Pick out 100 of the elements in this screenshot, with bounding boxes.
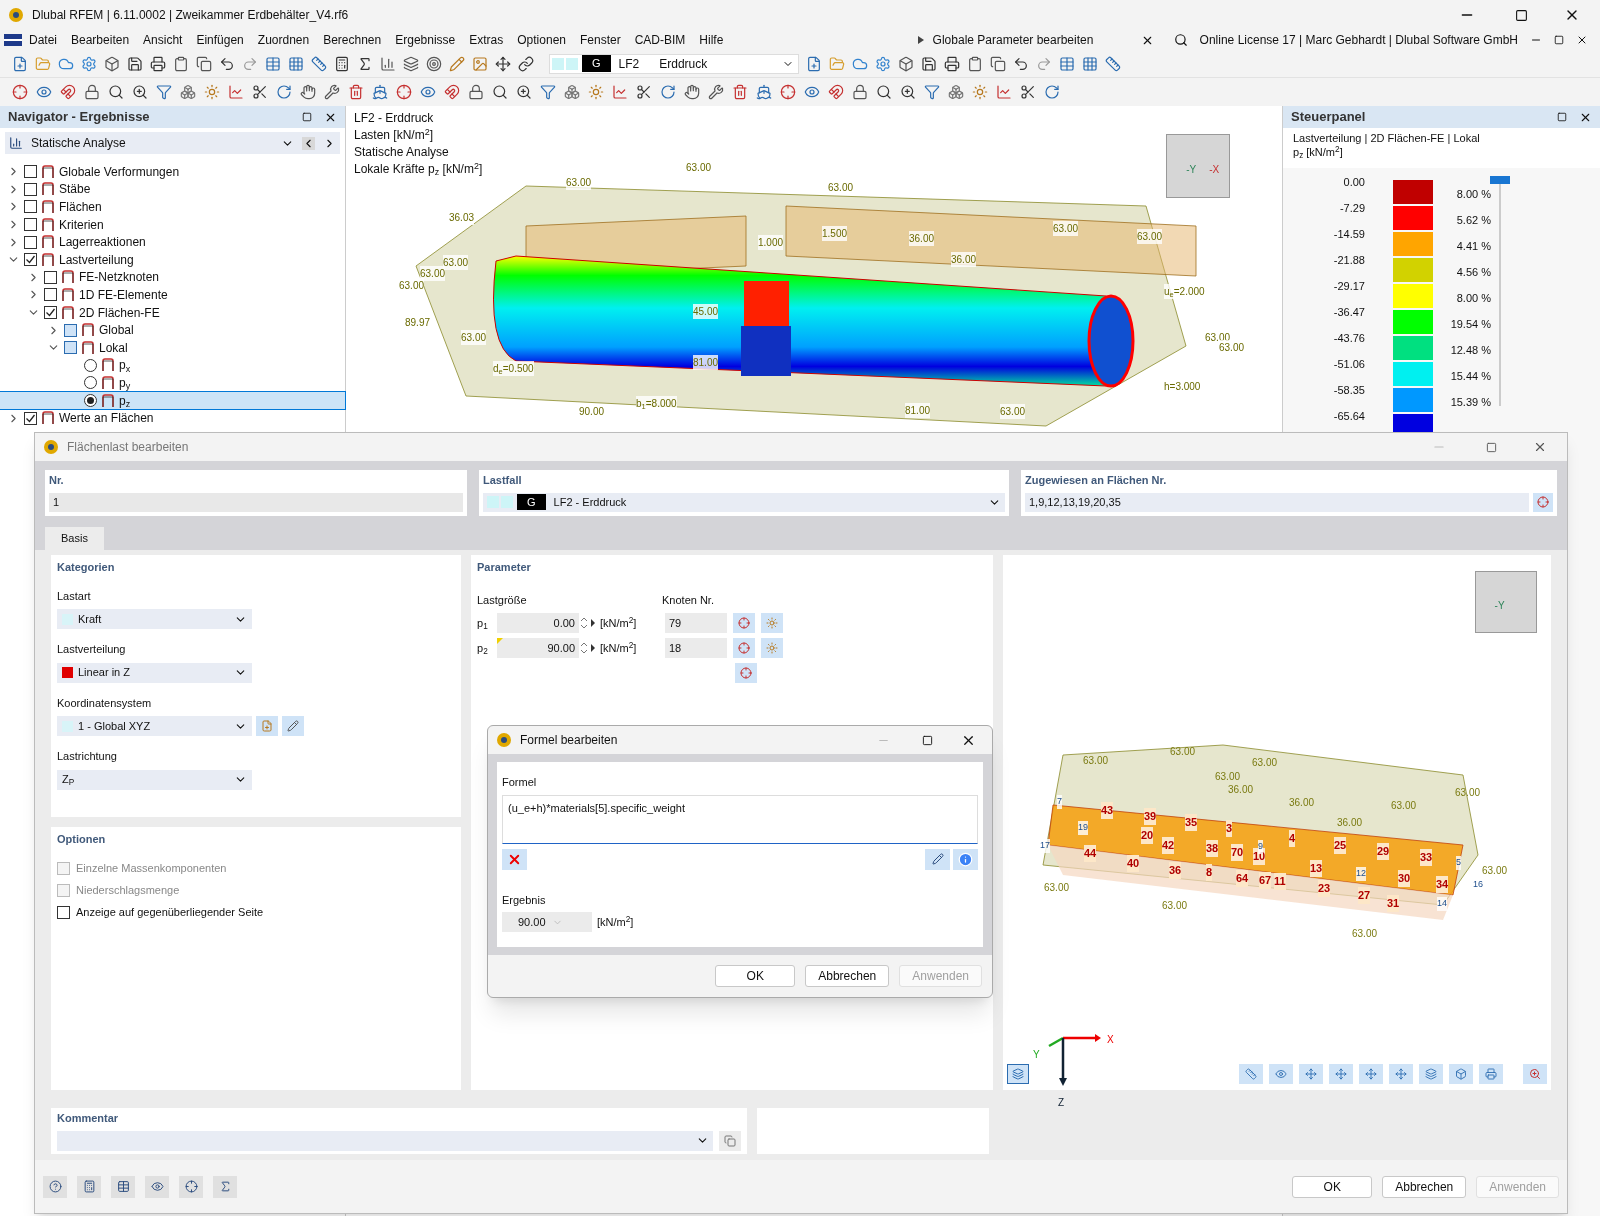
surface-number-label: 25 [1334,837,1347,854]
load-value-label: 81.00 [905,403,931,418]
result-info-text: Lokale Kräfte p$_{z}$ [kN/m$^{2}$] [354,161,483,178]
tree-item[interactable]: p$_{y}$ [0,374,345,392]
tree-item[interactable]: 1D FE-Elemente [0,286,345,304]
dialog-button[interactable]: Abbrechen [1382,1175,1467,1198]
menu-item[interactable]: Ansicht [136,31,190,49]
result-info-text: Lasten [kN/m$^{2}$] [354,127,435,144]
view-cube-drawing[interactable]: -Y -X [1166,134,1230,198]
line-number-label: 12 [1356,867,1366,881]
menu-item[interactable]: Extras [462,31,511,49]
tree-label: Werte an Flächen [59,410,154,428]
surface-number-label: 43 [1101,802,1114,819]
legend-value: -29.17 [1332,279,1365,294]
surface-number-label: 11 [1274,873,1286,890]
load-value-label: 63.00 [1352,927,1378,941]
panel-title: Navigator - Ergebnisse [8,108,151,127]
legend-value: -51.06 [1332,357,1365,372]
dialog-button[interactable]: OK [1292,1175,1373,1198]
surface-number-label: 40 [1127,855,1140,872]
line-number-label: 7 [1057,795,1062,809]
section-title: Kategorien [57,560,116,575]
surface-number-label: 30 [1398,870,1411,887]
section-title: Optionen [57,832,107,847]
load-value-label: 36.00 [1289,796,1315,810]
tree-item[interactable]: FE-Netzknoten [0,268,345,287]
node-field[interactable]: 79 [665,613,727,633]
load-value-label: 63.00 [1391,799,1417,813]
dropdown[interactable]: 1 - Global XYZ [57,716,252,736]
tree-label: p$_{y}$ [119,374,131,392]
menu-item[interactable]: Einfügen [189,31,251,49]
load-value-label: 63.00 [1162,899,1188,913]
load-value-label: 36.03 [449,210,475,225]
tab[interactable]: Basis [45,527,104,550]
unit-label: [kN/m$^{2}$] [600,639,638,656]
menu-item[interactable]: Ergebnisse [388,31,463,49]
load-value-label: 36.00 [1228,783,1254,797]
value-field[interactable]: 90.00 [497,638,579,658]
tree-item[interactable]: p$_{z}$ [0,391,345,410]
load-value-label: u$_{e}$=2.000 [1164,284,1205,299]
tree-item[interactable]: p$_{x}$ [0,356,345,375]
tree-item[interactable]: Lokal [0,338,345,357]
dialog-button[interactable]: OK [715,965,796,987]
menu-item[interactable]: Berechnen [316,31,389,49]
number-field[interactable]: 1 [49,492,463,512]
tree-label: 1D FE-Elemente [79,286,168,304]
dropdown-value: Linear in Z [78,665,131,681]
field-label: Ergebnis [502,892,547,908]
tree-item[interactable]: Lagerreaktionen [0,233,345,251]
line-number-label: 5 [1456,856,1461,870]
legend-value: -7.29 [1338,201,1365,216]
surface-number-label: 64 [1236,870,1249,887]
tree-item[interactable]: 2D Flächen-FE [0,303,345,322]
dropdown[interactable]: Z$_{P}$ [57,769,252,790]
load-value-label: 63.00 [461,330,487,345]
menu-item[interactable]: CAD-BIM [627,31,693,49]
tree-label: 2D Flächen-FE [79,304,160,322]
load-case-dropdown[interactable]: G LF2 - Erddruck [483,492,1005,512]
load-value-label: 63.00 [1044,881,1070,895]
tree-item[interactable]: Werte an Flächen [0,409,345,427]
menu-item[interactable]: Fenster [573,31,628,49]
load-value-label: 63.00 [1482,864,1508,878]
field-label: Nr. [49,473,65,488]
tree-label: FE-Netzknoten [79,269,160,287]
analysis-selector[interactable]: Statische Analyse [5,132,340,154]
menu-item[interactable]: Bearbeiten [64,31,137,49]
surface-number-label: 36 [1169,862,1182,879]
legend-value: -65.64 [1332,409,1365,424]
legend-value: -21.88 [1332,253,1365,268]
load-value-label: b$_{1}$=8.000 [636,396,677,411]
value-field[interactable]: 0.00 [497,613,579,633]
tree-item[interactable]: Flächen [0,198,345,216]
tree-item[interactable]: Globale Verformungen [0,163,345,181]
dropdown[interactable]: Kraft [57,609,252,629]
cube-face-label: -Y [1186,162,1197,177]
global-parameters-tab[interactable]: Globale Parameter bearbeiten [928,31,1141,49]
dropdown-value: 1 - Global XYZ [78,718,152,734]
dialog-button[interactable]: Abbrechen [805,965,890,987]
tree-item[interactable]: Global [0,321,345,339]
surface-number-label: 39 [1144,808,1157,825]
formula-input[interactable]: (u_e+h)*materials[5].specific_weight [502,794,978,844]
load-case-selector[interactable]: G LF2 Erddruck [549,53,799,74]
dropdown-value: Kraft [78,611,103,627]
field-label: Lastart [57,588,92,604]
menu-item[interactable]: Hilfe [692,31,731,49]
tree-label: Lastverteilung [59,251,134,269]
menu-item[interactable]: Optionen [510,31,573,49]
dropdown[interactable]: Linear in Z [57,662,252,683]
surfaces-field[interactable]: 1,9,12,13,19,20,35 [1025,492,1529,512]
tree-item[interactable]: Lastverteilung [0,250,345,269]
parameter-name: p$_{1}$ [477,615,489,632]
section-title: Parameter [477,560,532,575]
tree-item[interactable]: Kriterien [0,215,345,234]
node-field[interactable]: 18 [665,638,727,658]
menu-item[interactable]: Zuordnen [250,31,317,49]
tree-item[interactable]: Stäbe [0,180,345,199]
menu-item[interactable]: Datei [22,31,64,49]
surface-number-label: 29 [1377,843,1390,860]
result-field: 90.00 [502,912,592,932]
legend-value: -58.35 [1332,383,1365,398]
